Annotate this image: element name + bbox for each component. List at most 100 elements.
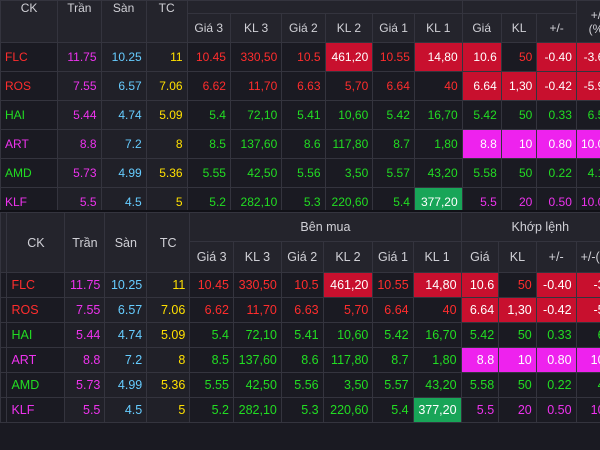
header-change[interactable]: +/- — [536, 13, 577, 43]
header-ck[interactable]: CK — [0, 0, 59, 43]
header-kl1[interactable]: KL 1 — [412, 241, 462, 273]
header-san[interactable]: Sàn — [100, 0, 147, 43]
header-gia3[interactable]: Giá 3 — [186, 13, 231, 43]
bid-price-2[interactable]: 6.63 — [281, 71, 326, 101]
bid-price-2[interactable]: 10.5 — [280, 272, 324, 298]
bid-price-1[interactable]: 5.57 — [372, 372, 414, 398]
bid-price-3[interactable]: 5.55 — [189, 372, 234, 398]
match-price[interactable]: 5.5 — [461, 187, 502, 212]
match-price[interactable]: 6.64 — [461, 71, 502, 101]
bid-price-3[interactable]: 5.55 — [186, 158, 231, 188]
bid-price-2[interactable]: 5.41 — [280, 322, 324, 348]
bid-price-3[interactable]: 6.62 — [189, 297, 234, 323]
bid-price-1[interactable]: 10.55 — [372, 42, 415, 72]
bid-price-2[interactable]: 10.5 — [281, 42, 326, 72]
match-price[interactable]: 5.42 — [461, 100, 502, 130]
symbol-cell[interactable]: ROS — [0, 71, 59, 101]
bid-price-2[interactable]: 8.6 — [281, 129, 326, 159]
table-row[interactable]: KLF 5.5 4.5 5 5.2 282,10 5.3 220,60 5.4 … — [0, 397, 600, 423]
match-price[interactable]: 5.5 — [460, 397, 500, 423]
table-row[interactable]: ART 8.8 7.2 8 8.5 137,60 8.6 117,80 8.7 … — [0, 129, 600, 159]
header-tran[interactable]: Trần — [64, 212, 106, 273]
header-pct[interactable]: +/- (%) — [575, 0, 600, 43]
bid-price-3[interactable]: 5.2 — [186, 187, 231, 212]
symbol-cell[interactable]: AMD — [0, 158, 59, 188]
bid-price-3[interactable]: 8.5 — [189, 347, 234, 373]
table-row[interactable]: ROS 7.55 6.57 7.06 6.62 11,70 6.63 5,70 … — [0, 297, 600, 323]
table-row[interactable]: FLC 11.75 10.25 11 10.45 330,50 10.5 461… — [0, 42, 600, 72]
table-row[interactable]: AMD 5.73 4.99 5.36 5.55 42,50 5.56 3,50 … — [0, 372, 600, 398]
header-gia3[interactable]: Giá 3 — [189, 241, 234, 273]
match-price[interactable]: 8.8 — [460, 347, 500, 373]
header-kl3[interactable]: KL 3 — [229, 13, 283, 43]
bid-price-1[interactable]: 6.64 — [372, 297, 414, 323]
bid-price-3[interactable]: 5.4 — [189, 322, 234, 348]
symbol-cell[interactable]: KLF — [6, 397, 66, 423]
bid-price-2[interactable]: 5.3 — [281, 187, 326, 212]
bid-price-1[interactable]: 5.4 — [372, 397, 414, 423]
match-price[interactable]: 5.58 — [460, 372, 500, 398]
header-kl2[interactable]: KL 2 — [324, 13, 374, 43]
bid-price-3[interactable]: 6.62 — [186, 71, 231, 101]
table-row[interactable]: HAI 5.44 4.74 5.09 5.4 72,10 5.41 10,60 … — [0, 322, 600, 348]
table-row[interactable]: AMD 5.73 4.99 5.36 5.55 42,50 5.56 3,50 … — [0, 158, 600, 188]
header-gia1[interactable]: Giá 1 — [372, 241, 414, 273]
table-row[interactable]: KLF 5.5 4.5 5 5.2 282,10 5.3 220,60 5.4 … — [0, 187, 600, 212]
table-row[interactable]: HAI 5.44 4.74 5.09 5.4 72,10 5.41 10,60 … — [0, 100, 600, 130]
header-kl[interactable]: KL — [498, 241, 537, 273]
bid-price-2[interactable]: 8.6 — [280, 347, 324, 373]
bid-price-2[interactable]: 5.56 — [280, 372, 324, 398]
bid-price-3[interactable]: 10.45 — [186, 42, 231, 72]
header-pct[interactable]: +/-(%) — [575, 241, 600, 273]
table-row[interactable]: ART 8.8 7.2 8 8.5 137,60 8.6 117,80 8.7 … — [0, 347, 600, 373]
match-price[interactable]: 8.8 — [461, 129, 502, 159]
match-price[interactable]: 6.64 — [460, 297, 500, 323]
bid-price-2[interactable]: 5.3 — [280, 397, 324, 423]
table-row[interactable]: FLC 11.75 10.25 11 10.45 330,50 10.5 461… — [0, 272, 600, 298]
bid-price-2[interactable]: 5.41 — [281, 100, 326, 130]
match-price[interactable]: 10.6 — [460, 272, 500, 298]
symbol-cell[interactable]: FLC — [6, 272, 66, 298]
bid-price-3[interactable]: 10.45 — [189, 272, 234, 298]
match-price[interactable]: 5.42 — [460, 322, 500, 348]
bid-price-3[interactable]: 8.5 — [186, 129, 231, 159]
bid-price-2[interactable]: 6.63 — [280, 297, 324, 323]
bid-price-1[interactable]: 8.7 — [372, 347, 414, 373]
bid-price-3[interactable]: 5.4 — [186, 100, 231, 130]
header-san[interactable]: Sàn — [104, 212, 148, 273]
symbol-cell[interactable]: AMD — [6, 372, 66, 398]
bid-price-2[interactable]: 5.56 — [281, 158, 326, 188]
bid-price-1[interactable]: 5.57 — [372, 158, 415, 188]
header-gia[interactable]: Giá — [460, 241, 500, 273]
header-tc[interactable]: TC — [146, 212, 191, 273]
header-kl3[interactable]: KL 3 — [232, 241, 282, 273]
table-row[interactable]: ROS 7.55 6.57 7.06 6.62 11,70 6.63 5,70 … — [0, 71, 600, 101]
symbol-cell[interactable]: ART — [6, 347, 66, 373]
header-kl[interactable]: KL — [500, 13, 538, 43]
bid-price-1[interactable]: 5.4 — [372, 187, 415, 212]
header-change[interactable]: +/- — [535, 241, 577, 273]
bid-price-3[interactable]: 5.2 — [189, 397, 234, 423]
symbol-cell[interactable]: HAI — [6, 322, 66, 348]
symbol-cell[interactable]: HAI — [0, 100, 59, 130]
match-price[interactable]: 5.58 — [461, 158, 502, 188]
header-gia2[interactable]: Giá 2 — [281, 13, 326, 43]
symbol-cell[interactable]: FLC — [0, 42, 59, 72]
bid-price-1[interactable]: 6.64 — [372, 71, 415, 101]
header-kl1[interactable]: KL 1 — [413, 13, 463, 43]
bid-price-1[interactable]: 8.7 — [372, 129, 415, 159]
header-ck[interactable]: CK — [6, 212, 66, 273]
bid-price-1[interactable]: 5.42 — [372, 322, 414, 348]
symbol-cell[interactable]: ROS — [6, 297, 66, 323]
bid-price-1[interactable]: 10.55 — [372, 272, 414, 298]
symbol-cell[interactable]: ART — [0, 129, 59, 159]
header-kl2[interactable]: KL 2 — [322, 241, 374, 273]
header-tran[interactable]: Trần — [57, 0, 102, 43]
header-gia[interactable]: Giá — [461, 13, 502, 43]
match-price[interactable]: 10.6 — [461, 42, 502, 72]
header-gia2[interactable]: Giá 2 — [280, 241, 324, 273]
header-tc[interactable]: TC — [145, 0, 188, 43]
bid-price-1[interactable]: 5.42 — [372, 100, 415, 130]
symbol-cell[interactable]: KLF — [0, 187, 59, 212]
header-gia1[interactable]: Giá 1 — [372, 13, 415, 43]
